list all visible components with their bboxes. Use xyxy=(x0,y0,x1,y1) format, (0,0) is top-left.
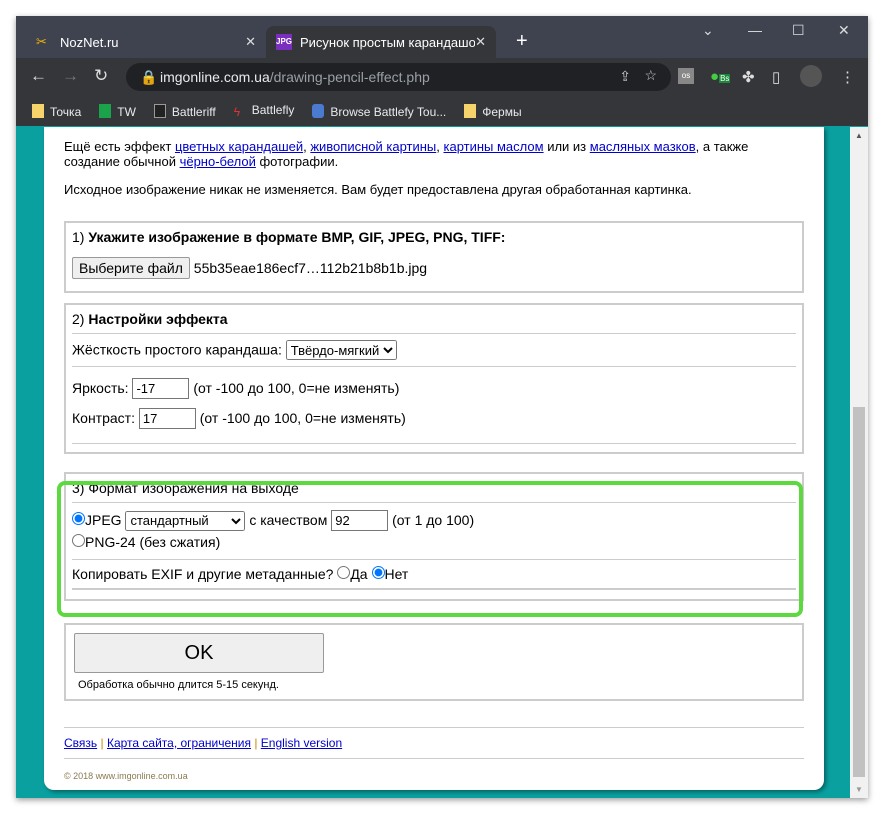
link-sitemap[interactable]: Карта сайта, ограничения xyxy=(107,736,251,750)
toolbar: ← → ↻ 🔒 imgonline.com.ua/drawing-pencil-e… xyxy=(16,58,868,96)
tab-bar: ✂ NozNet.ru ✕ JPG Рисунок простым карандашо… xyxy=(16,16,868,58)
link-painting[interactable]: живописной картины xyxy=(310,139,436,154)
tools-icon: ✂ xyxy=(36,34,47,49)
exif-no-radio[interactable] xyxy=(371,566,385,579)
scroll-down-icon[interactable]: ▼ xyxy=(850,785,868,794)
lock-icon: 🔒 xyxy=(140,69,158,85)
forward-icon[interactable]: → xyxy=(62,66,79,86)
note-text: Исходное изображение никак не изменяется… xyxy=(64,182,692,197)
star-icon[interactable]: ☆ xyxy=(644,67,657,84)
folder-icon xyxy=(32,103,44,118)
lastfm-extension-icon[interactable]: os xyxy=(678,68,694,84)
extension-icon[interactable]: ●Bs xyxy=(710,68,731,85)
png-radio[interactable] xyxy=(72,534,85,547)
section-title: Укажите изображение в формате BMP, GIF, … xyxy=(88,229,506,245)
section-upload: 1) Укажите изображение в формате BMP, GI… xyxy=(64,221,804,293)
section-submit: OK Обработка обычно длится 5-15 секунд. xyxy=(64,623,804,701)
browser-window: ✂ NozNet.ru ✕ JPG Рисунок простым карандашо… xyxy=(16,16,868,798)
share-icon[interactable]: ⇪ xyxy=(619,68,631,85)
link-oil-painting[interactable]: картины маслом xyxy=(444,139,544,154)
link-contact[interactable]: Связь xyxy=(64,736,97,750)
link-english[interactable]: English version xyxy=(261,736,342,750)
bookmarks-bar: Точка TW Battleriff ϟ Battlefly Browse Ba… xyxy=(16,96,868,126)
exif-yes-radio[interactable] xyxy=(337,566,351,579)
jpeg-radio[interactable] xyxy=(72,512,85,525)
tab-active[interactable]: JPG Рисунок простым карандашом ✕ xyxy=(266,26,496,58)
avatar[interactable] xyxy=(800,65,822,87)
processing-hint: Обработка обычно длится 5-15 секунд. xyxy=(78,679,279,691)
contrast-input[interactable] xyxy=(138,408,196,429)
section-title: Настройки эффекта xyxy=(88,311,228,327)
link-black-white[interactable]: чёрно-белой xyxy=(180,154,256,169)
tab-noznet[interactable]: ✂ NozNet.ru ✕ xyxy=(26,26,266,58)
bookmark-battlefy[interactable]: Browse Battlefy Tou... xyxy=(312,103,446,119)
link-oil-strokes[interactable]: масляных мазков xyxy=(590,139,696,154)
bookmark-fermy[interactable]: Фермы xyxy=(464,103,522,119)
new-tab-button[interactable]: + xyxy=(516,30,528,53)
scrollbar-thumb[interactable] xyxy=(853,407,865,777)
jpeg-mode-select[interactable]: стандартный xyxy=(125,510,246,531)
tw-icon xyxy=(99,103,112,118)
footer: Связь | Карта сайта, ограничения | Engli… xyxy=(64,727,804,781)
bookmark-battlefly[interactable]: ϟ Battlefly xyxy=(234,103,295,119)
bookmark-battleriff[interactable]: Battleriff xyxy=(153,103,216,119)
file-name: 55b35eae186ecf7…112b21b8b1b.jpg xyxy=(193,260,428,276)
reload-icon[interactable]: ↻ xyxy=(94,66,108,86)
copyright: © 2018 www.imgonline.com.ua xyxy=(64,771,188,781)
section-output-format: 3) Формат изображения на выходе JPEG ста… xyxy=(64,472,804,601)
close-tab-icon[interactable]: ✕ xyxy=(245,34,256,50)
maximize-button[interactable]: ☐ xyxy=(792,22,805,39)
battlefly-icon: ϟ xyxy=(233,105,241,119)
minimize-button[interactable]: — xyxy=(748,22,762,38)
hearthstone-icon xyxy=(312,103,325,118)
close-window-button[interactable]: ✕ xyxy=(838,22,850,39)
bookmark-tw[interactable]: TW xyxy=(99,103,136,119)
address-bar[interactable]: 🔒 imgonline.com.ua/drawing-pencil-effect.… xyxy=(126,63,671,91)
tab-search-icon[interactable]: ⌄ xyxy=(702,22,714,39)
choose-file-button[interactable]: Выберите файл xyxy=(72,257,190,279)
folder-icon xyxy=(464,103,477,118)
menu-icon[interactable]: ⋮ xyxy=(840,68,855,86)
brightness-input[interactable] xyxy=(132,378,190,399)
ok-button[interactable]: OK xyxy=(74,633,324,673)
link-colored-pencils[interactable]: цветных карандашей xyxy=(175,139,303,154)
section-settings: 2) Настройки эффекта Жёсткость простого … xyxy=(64,303,804,454)
jpg-icon: JPG xyxy=(276,34,292,50)
scrollbar[interactable]: ▲ ▼ xyxy=(850,127,868,798)
close-tab-icon[interactable]: ✕ xyxy=(475,34,486,50)
intro-text: Ещё есть эффект цветных карандашей, живо… xyxy=(64,139,749,169)
side-panel-icon[interactable]: ▯ xyxy=(772,68,780,86)
scroll-up-icon[interactable]: ▲ xyxy=(850,131,868,140)
battleriff-icon xyxy=(153,103,166,118)
quality-input[interactable] xyxy=(331,510,389,531)
hardness-select[interactable]: Твёрдо-мягкий xyxy=(285,340,397,360)
back-icon[interactable]: ← xyxy=(30,66,47,86)
bookmark-tochka[interactable]: Точка xyxy=(32,103,81,119)
section-title: 3) Формат изображения на выходе xyxy=(72,474,796,503)
extensions-puzzle-icon[interactable]: ✤ xyxy=(742,68,755,86)
page-content: Ещё есть эффект цветных карандашей, живо… xyxy=(44,127,824,790)
